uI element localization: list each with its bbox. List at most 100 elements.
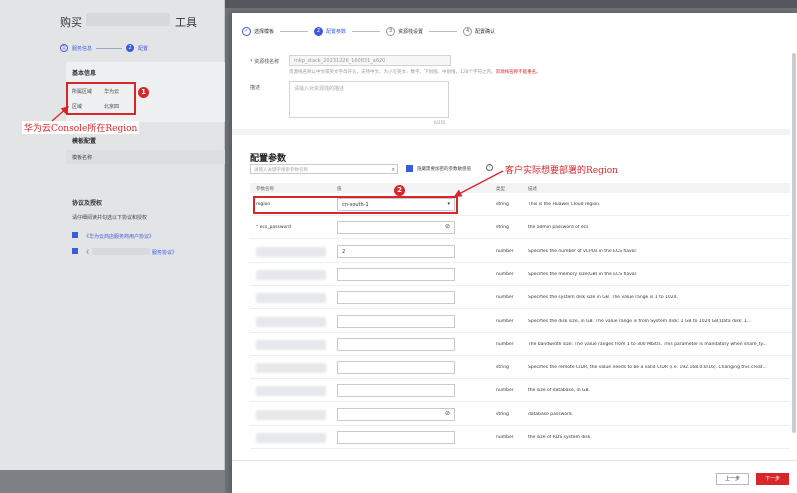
redacted-param-name	[256, 293, 326, 304]
wizard-step-3-label: 资源栈设置	[398, 29, 424, 35]
annotation-box-target-region	[253, 196, 458, 214]
wizard-step-2-icon: 2	[314, 27, 324, 36]
background-steps: 1 服务信息 2 配置	[60, 44, 148, 52]
annotation-label-console-region: 华为云Console所在Region	[22, 121, 140, 134]
col-name: 参数名称	[256, 187, 274, 192]
wizard-line	[280, 31, 309, 32]
description-textarea[interactable]: 请输入对资源栈的描述	[289, 81, 449, 118]
next-button[interactable]: 下一步	[756, 473, 789, 485]
redacted-param-name	[256, 246, 326, 257]
create-stack-drawer: ✓ 选择模板 2 配置参数 3 资源栈设置 4 配置确认 * 资源栈名称 mkp…	[232, 13, 797, 493]
param-description: Specifies the number of vCPUs in the ECS…	[528, 248, 638, 254]
prev-button[interactable]: 上一步	[716, 473, 749, 485]
stack-name-label: * 资源栈名称	[250, 59, 280, 65]
param-type: string	[496, 365, 509, 371]
param-value-input[interactable]	[337, 384, 455, 398]
description-label: 描述	[250, 85, 261, 91]
param-row: number the size of RDS system disk.	[250, 427, 790, 449]
redacted-param-name	[256, 363, 326, 374]
background-footer	[0, 470, 225, 493]
param-description: Specifies the remote CIDR, the value nee…	[528, 365, 767, 371]
param-type: number	[496, 248, 514, 254]
redacted-param-name	[256, 386, 326, 397]
param-type: number	[496, 295, 514, 301]
param-row: 2 number Specifies the number of vCPUs in …	[250, 241, 790, 263]
stack-name-input[interactable]: mkp_stack_20231226_160831_a620	[289, 55, 451, 66]
param-value-input[interactable]	[337, 291, 455, 305]
hide-encrypted-label: 隐藏需要加密的参数敏感值	[417, 167, 471, 172]
param-value-input[interactable]	[337, 337, 455, 351]
page-title-right: 工具	[175, 16, 197, 29]
agreement-link-1[interactable]: 《华为云商店服务商用户协议》	[84, 233, 154, 240]
agreement-checkbox-2[interactable]	[72, 248, 78, 254]
param-type: string	[496, 225, 509, 231]
drawer-scrollbar[interactable]	[792, 53, 796, 433]
step-circle: 2	[126, 44, 135, 52]
param-value-input[interactable]: 2	[337, 244, 455, 258]
agreement-link-2b[interactable]: 服务协议》	[152, 249, 177, 256]
password-input[interactable]: ⊘	[337, 407, 455, 421]
param-description: the admin password of ecs	[528, 225, 589, 231]
param-value-input[interactable]	[337, 431, 455, 444]
param-row: number Specifies the disk size, in GB. Th…	[250, 311, 790, 333]
param-description: The bandwidth size. The value ranges fro…	[528, 341, 767, 347]
param-value-input[interactable]	[337, 267, 455, 281]
template-title: 模板配置	[72, 138, 97, 145]
step-label: 服务信息	[72, 45, 93, 52]
agreement-title: 协议及授权	[72, 200, 103, 207]
eye-hidden-icon[interactable]: ⊘	[445, 410, 450, 417]
annotation-badge-1: 1	[138, 87, 149, 98]
param-description: This is the Huawei Cloud region.	[528, 202, 601, 207]
redacted-param-name	[256, 409, 326, 420]
annotation-badge-2: 2	[394, 185, 405, 196]
hide-encrypted-checkbox[interactable]	[406, 165, 413, 172]
redacted-param-name	[256, 316, 326, 327]
col-value: 值	[337, 187, 342, 192]
search-icon[interactable]: ⌕	[392, 166, 395, 174]
agreement-hint: 请仔细阅读并勾选以下协议和授权	[72, 215, 148, 221]
param-description: Specifies the system disk size in GB. Th…	[528, 295, 678, 301]
param-name: * ecs_password	[256, 225, 291, 231]
param-row: number Specifies the memory size(GB) in t…	[250, 264, 790, 286]
params-section-title: 配置参数	[250, 154, 287, 164]
step-label: 配置	[138, 45, 149, 52]
annotation-box-console-region	[66, 82, 136, 115]
agreement-link-2a[interactable]: 《	[84, 249, 89, 256]
col-type: 类型	[496, 187, 505, 192]
basic-info-title: 基本信息	[72, 70, 97, 77]
background-page: 购买 工具 1 服务信息 2 配置 基本信息 所属区域 华为云 区域 北京四 模…	[0, 0, 225, 493]
param-value-input[interactable]	[337, 314, 455, 328]
param-type: string	[496, 202, 509, 207]
eye-hidden-icon[interactable]: ⊘	[445, 223, 450, 230]
param-value-input[interactable]	[337, 361, 455, 375]
wizard-line	[352, 31, 381, 32]
param-row: string Specifies the remote CIDR, the val…	[250, 357, 790, 380]
help-icon[interactable]: ?	[486, 164, 493, 171]
drawer-footer: 上一步 下一步	[232, 460, 797, 493]
password-input[interactable]: ⊘	[337, 221, 455, 235]
agreement-checkbox-1[interactable]	[72, 232, 78, 238]
param-description: the size of database, in GB.	[528, 388, 591, 394]
redacted-title	[86, 13, 170, 26]
wizard-step-4-label: 配置确认	[475, 29, 496, 35]
param-description: Specifies the disk size, in GB. The valu…	[528, 318, 752, 324]
page-title-left: 购买	[60, 16, 82, 29]
wizard-step-1-label: 选择模板	[254, 29, 275, 35]
step-circle: 1	[60, 44, 68, 52]
param-type: number	[496, 435, 514, 440]
param-type: number	[496, 318, 514, 324]
param-search-input[interactable]: 请输入关键字搜索参数名称 ⌕	[250, 164, 398, 174]
param-description: Specifies the memory size(GB) in the ECS…	[528, 271, 638, 277]
stack-name-hint: 资源栈名称以中文或英文字母开头，支持中文、大小写英文、数字、下划线、中划线，12…	[289, 70, 541, 75]
param-type: string	[496, 411, 509, 417]
param-row: number The bandwidth size. The value rang…	[250, 334, 790, 356]
param-description: database password.	[528, 411, 574, 417]
wizard-line	[429, 31, 458, 32]
template-name-label: 模板名称	[72, 155, 93, 161]
redacted-param-name	[256, 433, 326, 443]
wizard-steps: ✓ 选择模板 2 配置参数 3 资源栈设置 4 配置确认	[242, 27, 495, 36]
col-desc: 描述	[528, 187, 537, 192]
redacted-param-name	[256, 339, 326, 350]
redacted-agreement	[92, 248, 150, 255]
wizard-step-4-icon: 4	[463, 27, 473, 36]
